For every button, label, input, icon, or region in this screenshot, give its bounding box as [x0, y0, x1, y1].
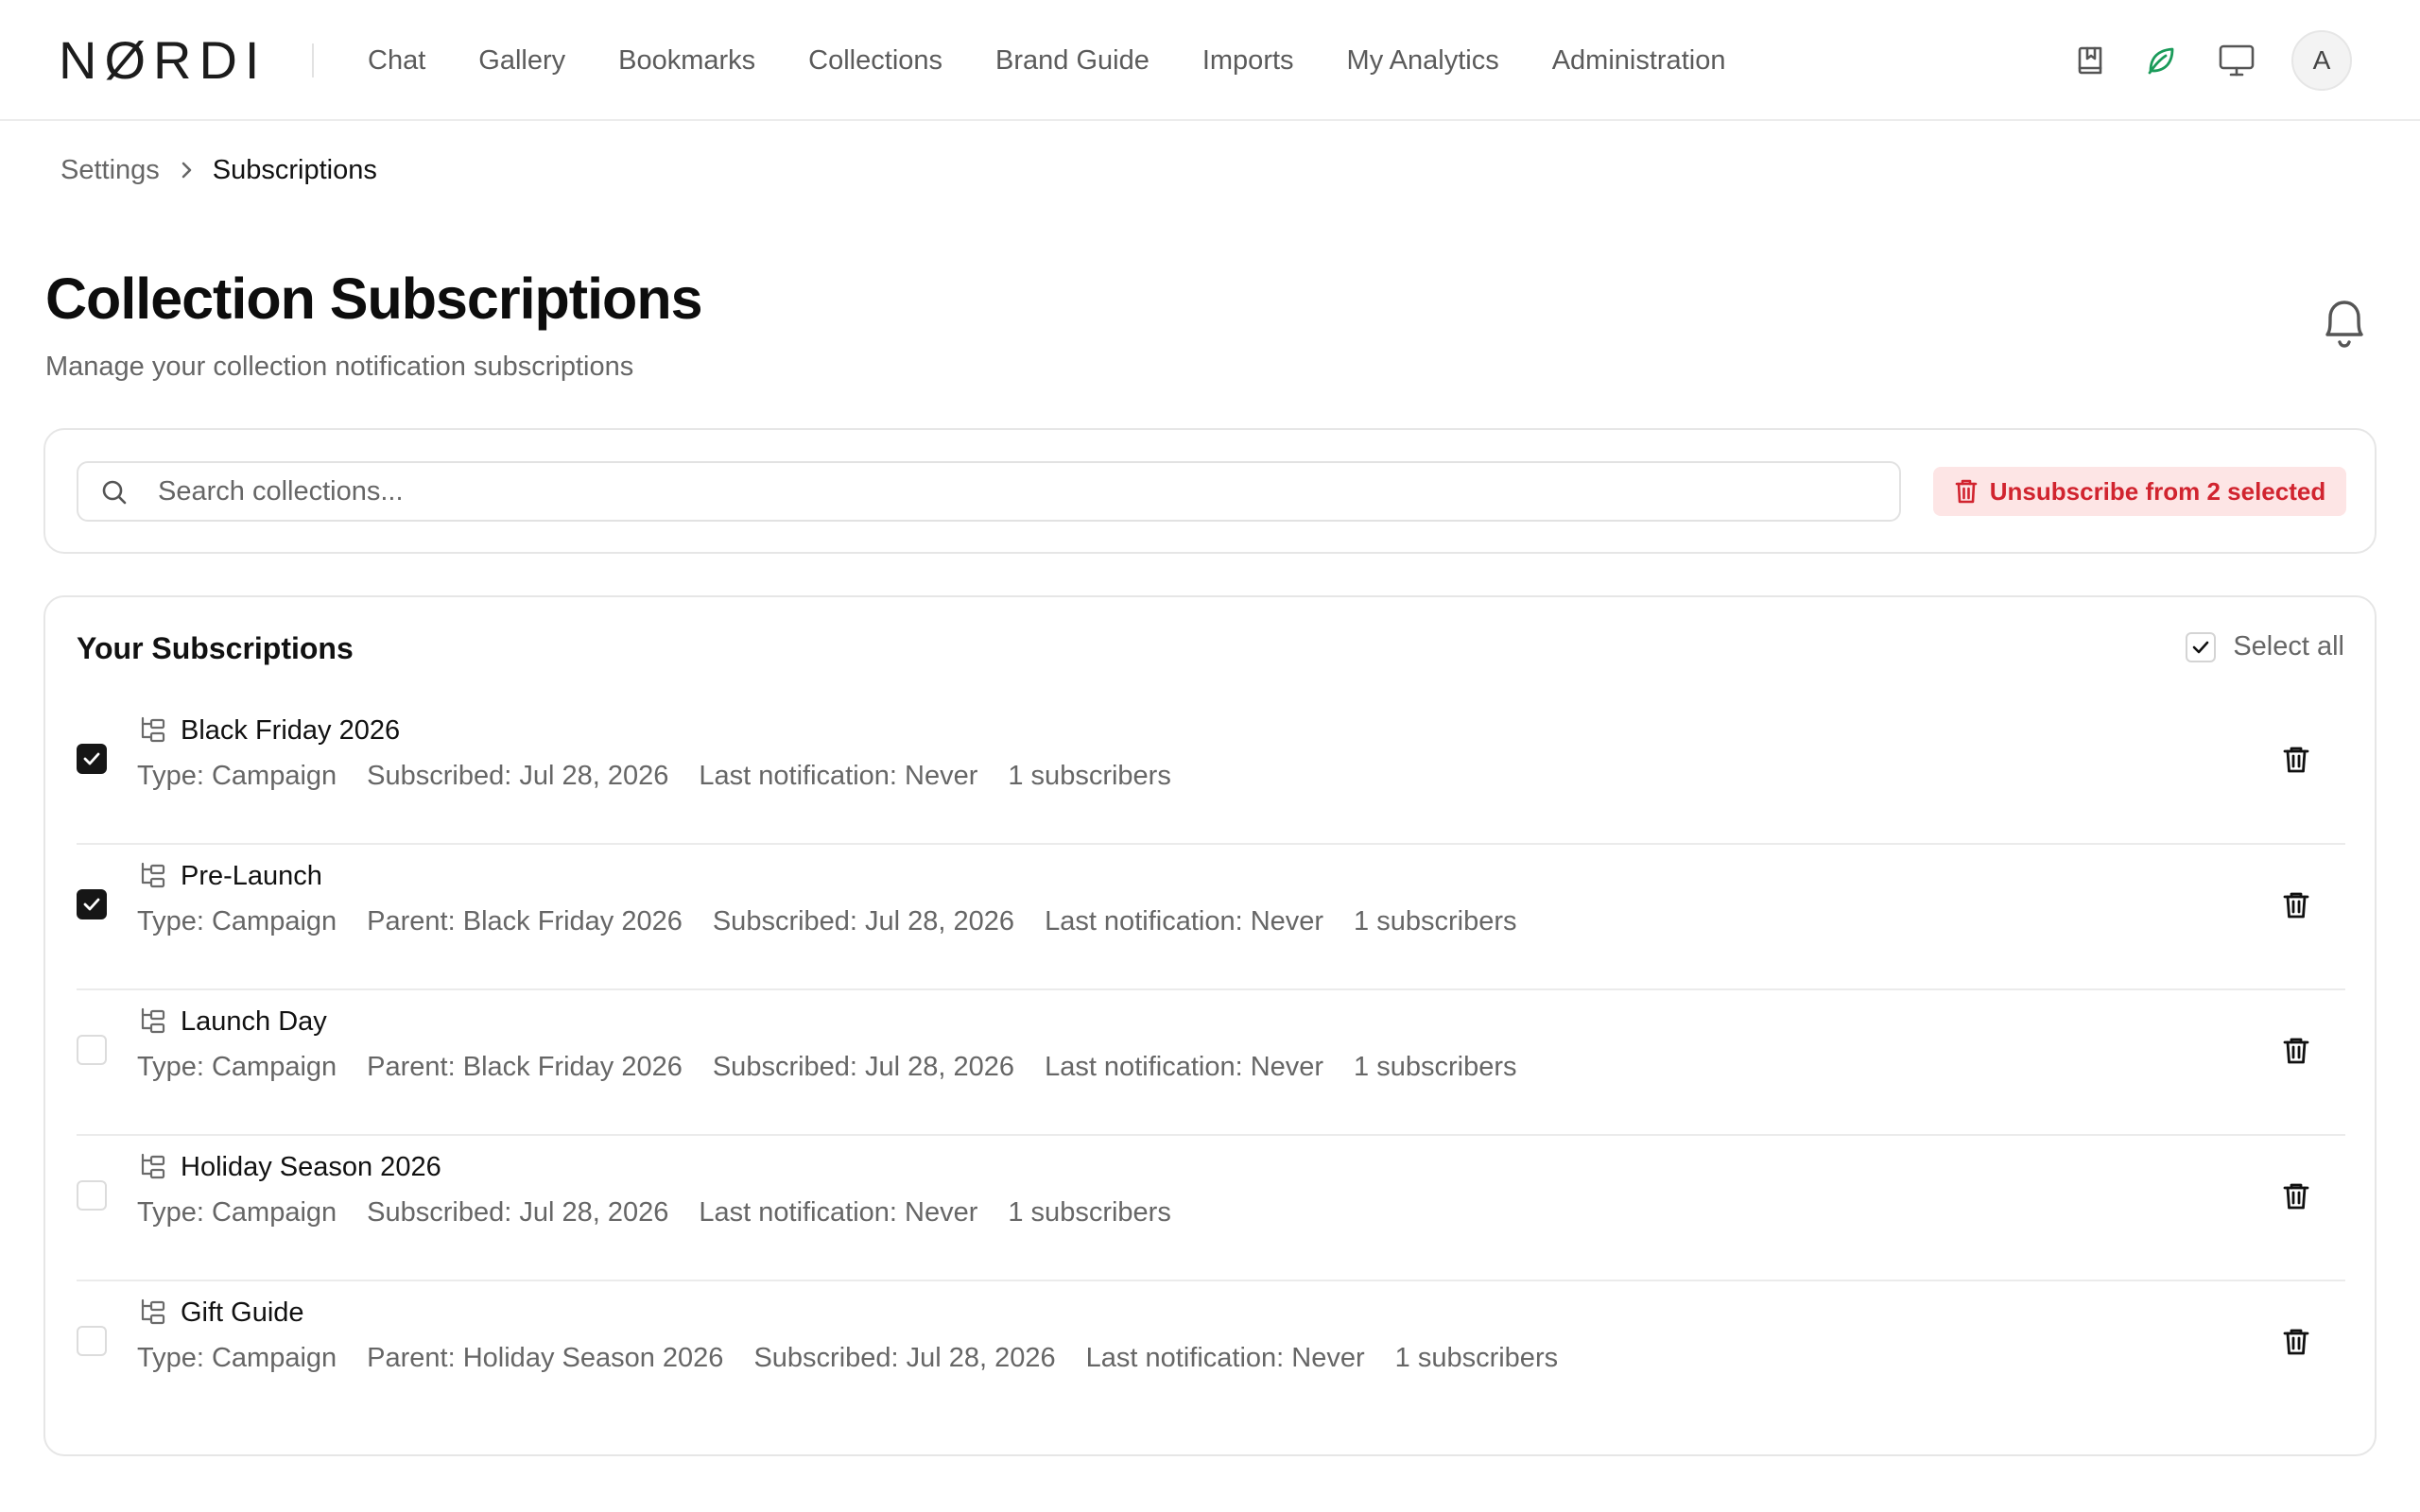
nav-item-my-analytics[interactable]: My Analytics [1347, 45, 1499, 77]
subscription-row: Pre-Launch Type: Campaign Parent: Black Fr… [77, 845, 2345, 990]
trash-icon[interactable] [2277, 886, 2315, 924]
row-meta-item: Type: Campaign [137, 1343, 337, 1373]
nav-item-bookmarks[interactable]: Bookmarks [618, 45, 755, 77]
row-meta-item: Type: Campaign [137, 906, 337, 936]
search-toolbar-card: Unsubscribe from 2 selected [43, 428, 2377, 554]
row-meta: Type: Campaign Subscribed: Jul 28, 2026 La… [137, 1194, 1201, 1230]
row-meta-item: Parent: Holiday Season 2026 [367, 1343, 724, 1373]
row-collection-name: Launch Day [181, 1006, 327, 1037]
search-input[interactable] [122, 463, 1880, 520]
row-collection-name: Gift Guide [181, 1297, 304, 1328]
row-meta-item: Subscribed: Jul 28, 2026 [712, 906, 1015, 936]
main-nav: Chat Gallery Bookmarks Collections Brand… [368, 38, 1725, 83]
row-meta: Type: Campaign Parent: Black Friday 2026 S… [137, 1049, 1547, 1085]
row-meta-item: 1 subscribers [1008, 761, 1171, 791]
subscription-row: Launch Day Type: Campaign Parent: Black Fr… [77, 990, 2345, 1136]
row-meta-item: Last notification: Never [1045, 1052, 1324, 1082]
check-icon [82, 751, 101, 766]
row-meta-item: Type: Campaign [137, 761, 337, 791]
row-meta-item: 1 subscribers [1354, 1052, 1517, 1082]
row-meta-item: Type: Campaign [137, 1197, 337, 1228]
trash-icon[interactable] [2277, 1177, 2315, 1215]
collection-tree-icon [137, 1152, 167, 1182]
page-subtitle: Manage your collection notification subs… [45, 352, 634, 382]
check-icon [82, 897, 101, 912]
avatar[interactable]: A [2291, 30, 2352, 91]
unsubscribe-selected-button[interactable]: Unsubscribe from 2 selected [1933, 467, 2346, 516]
nav-item-chat[interactable]: Chat [368, 45, 425, 77]
row-meta-item: Subscribed: Jul 28, 2026 [367, 761, 669, 791]
breadcrumb-settings-link[interactable]: Settings [60, 155, 160, 186]
row-meta-item: Subscribed: Jul 28, 2026 [753, 1343, 1056, 1373]
row-meta-item: 1 subscribers [1008, 1197, 1171, 1228]
collection-tree-icon [137, 861, 167, 891]
collection-tree-icon [137, 1297, 167, 1328]
trash-icon[interactable] [2277, 741, 2315, 779]
bookmark-book-icon[interactable] [2072, 42, 2110, 79]
logo-divider [312, 43, 314, 77]
trash-icon [1954, 478, 1979, 505]
subscription-row: Holiday Season 2026 Type: Campaign Subscri… [77, 1136, 2345, 1281]
trash-icon[interactable] [2277, 1323, 2315, 1361]
row-meta-item: 1 subscribers [1394, 1343, 1559, 1373]
bell-icon[interactable] [2312, 291, 2377, 355]
trash-icon[interactable] [2277, 1032, 2315, 1070]
subscription-row: Gift Guide Type: Campaign Parent: Holiday … [77, 1281, 2345, 1427]
row-checkbox[interactable] [77, 1035, 107, 1065]
row-checkbox[interactable] [77, 1326, 107, 1356]
subscriptions-card: Your Subscriptions Select all Black Frid… [43, 595, 2377, 1456]
row-meta-item: Last notification: Never [1085, 1343, 1365, 1373]
chevron-right-icon [179, 160, 194, 180]
row-meta-item: Subscribed: Jul 28, 2026 [367, 1197, 669, 1228]
collection-tree-icon [137, 1006, 167, 1037]
row-meta-item: Parent: Black Friday 2026 [367, 906, 683, 936]
select-all-label: Select all [2233, 631, 2344, 662]
nav-item-brand-guide[interactable]: Brand Guide [995, 45, 1150, 77]
nav-item-imports[interactable]: Imports [1202, 45, 1294, 77]
select-all-checkbox[interactable] [2186, 631, 2217, 662]
row-meta: Type: Campaign Subscribed: Jul 28, 2026 La… [137, 758, 1201, 794]
row-meta: Type: Campaign Parent: Black Friday 2026 S… [137, 903, 1547, 939]
row-checkbox[interactable] [77, 889, 107, 919]
logo[interactable]: NØRDI [59, 34, 267, 87]
row-meta-item: Parent: Black Friday 2026 [367, 1052, 683, 1082]
row-meta-item: Last notification: Never [699, 761, 978, 791]
row-meta-item: 1 subscribers [1354, 906, 1517, 936]
row-meta: Type: Campaign Parent: Holiday Season 202… [137, 1340, 1588, 1376]
nav-item-administration[interactable]: Administration [1552, 45, 1726, 77]
unsubscribe-selected-label: Unsubscribe from 2 selected [1989, 476, 2326, 506]
collection-tree-icon [137, 715, 167, 746]
leaf-icon[interactable] [2142, 42, 2180, 79]
nav-item-gallery[interactable]: Gallery [478, 45, 565, 77]
nav-item-collections[interactable]: Collections [808, 45, 942, 77]
row-checkbox[interactable] [77, 744, 107, 774]
breadcrumb: Settings Subscriptions [60, 151, 377, 189]
row-collection-name: Holiday Season 2026 [181, 1152, 441, 1182]
row-meta-item: Last notification: Never [699, 1197, 978, 1228]
row-meta-item: Type: Campaign [137, 1052, 337, 1082]
top-navigation-bar: NØRDI Chat Gallery Bookmarks Collections… [0, 0, 2420, 121]
row-collection-name: Black Friday 2026 [181, 715, 401, 746]
row-meta-item: Subscribed: Jul 28, 2026 [712, 1052, 1015, 1082]
row-checkbox[interactable] [77, 1180, 107, 1211]
subscription-row: Black Friday 2026 Type: Campaign Subscribe… [77, 699, 2345, 845]
select-all-toggle[interactable]: Select all [2186, 631, 2344, 662]
search-box [77, 461, 1901, 522]
breadcrumb-current: Subscriptions [212, 154, 377, 185]
row-collection-name: Pre-Launch [181, 861, 322, 891]
page-title: Collection Subscriptions [45, 266, 703, 331]
monitor-icon[interactable] [2218, 42, 2256, 79]
subscriptions-title: Your Subscriptions [77, 631, 354, 665]
row-meta-item: Last notification: Never [1045, 906, 1324, 936]
